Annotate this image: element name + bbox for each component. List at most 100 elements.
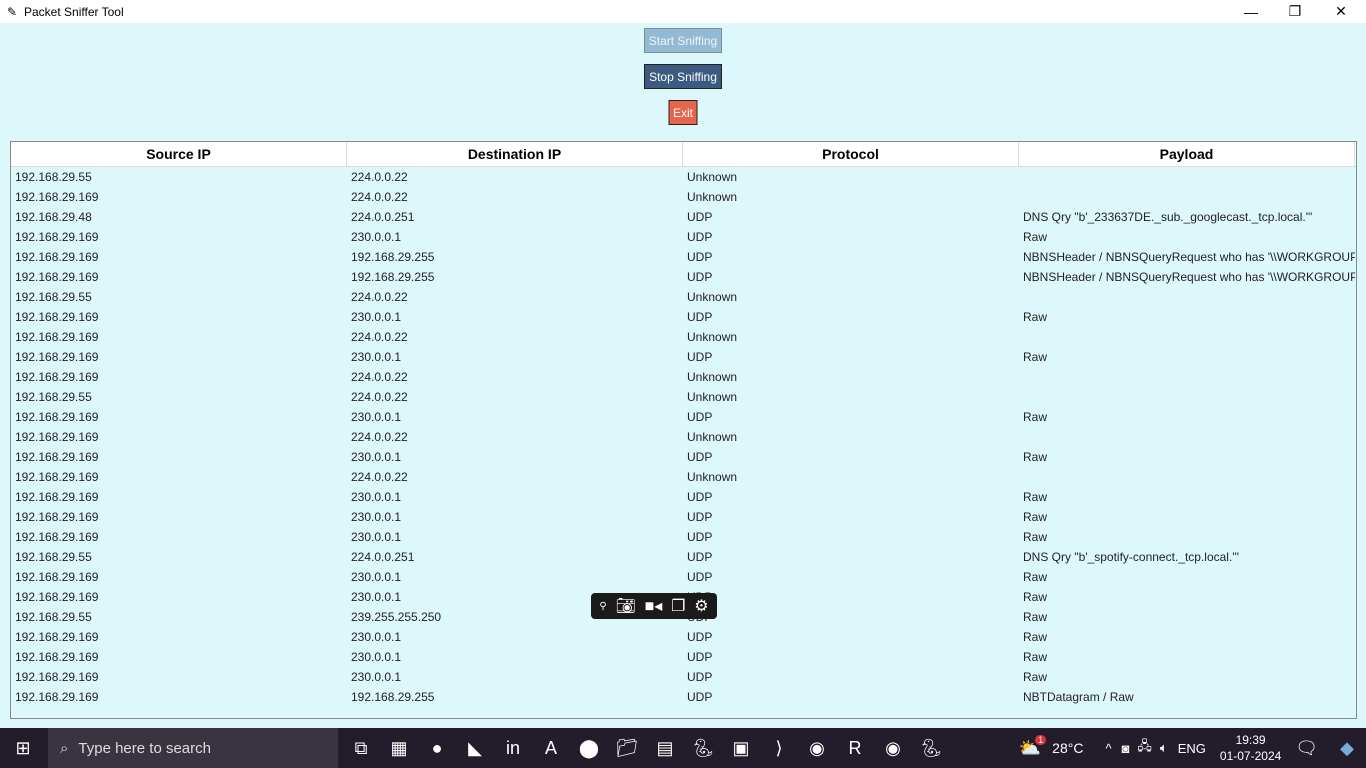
task-view-icon[interactable]: ⧉ <box>342 728 380 768</box>
taskbar: ⊞ ⌕ Type here to search ⧉ ▦ ● ◣ in A ⬤ 📁︎ ▤ 🐍︎ ▣ ⟩ ◉… <box>0 728 1366 768</box>
taskbar-apps: ⧉ ▦ ● ◣ in A ⬤ 📁︎ ▤ 🐍︎ ▣ ⟩ ◉ R ◉ 🐍︎ <box>342 728 950 768</box>
app3-icon[interactable]: ▣ <box>722 728 760 768</box>
gear-icon[interactable]: ⚙ <box>694 596 708 616</box>
cell-source-ip: 192.168.29.169 <box>15 270 99 284</box>
app4-icon[interactable]: R <box>836 728 874 768</box>
table-row[interactable]: 192.168.29.55 224.0.0.22 Unknown <box>11 387 1356 407</box>
cell-payload: NBTDatagram / Raw <box>1023 690 1134 704</box>
cell-destination-ip: 230.0.0.1 <box>351 630 402 644</box>
exit-button[interactable]: Exit <box>668 100 698 125</box>
windows-icon[interactable]: ❐ <box>671 596 685 616</box>
table-row[interactable]: 192.168.29.48 224.0.0.251 UDP DNS Qry "b'_2… <box>11 207 1356 227</box>
app-icon[interactable]: A <box>532 728 570 768</box>
copilot-icon[interactable]: ◆ <box>1340 738 1354 759</box>
cell-destination-ip: 192.168.29.255 <box>351 270 435 284</box>
cell-protocol: UDP <box>687 210 713 224</box>
language[interactable]: ENG <box>1178 741 1206 756</box>
python-idle-icon[interactable]: 🐍︎ <box>912 728 950 768</box>
table-row[interactable]: 192.168.29.169 224.0.0.22 Unknown <box>11 187 1356 207</box>
minimize-button[interactable]: — <box>1228 0 1274 23</box>
cell-destination-ip: 230.0.0.1 <box>351 310 402 324</box>
cell-destination-ip: 224.0.0.22 <box>351 190 408 204</box>
start-sniffing-button[interactable]: Start Sniffing <box>644 28 722 53</box>
cell-destination-ip: 224.0.0.22 <box>351 390 408 404</box>
table-row[interactable]: 192.168.29.169 230.0.0.1 UDP Raw <box>11 487 1356 507</box>
cell-source-ip: 192.168.29.169 <box>15 350 99 364</box>
close-button[interactable]: ✕ <box>1318 0 1364 23</box>
table-row[interactable]: 192.168.29.169 192.168.29.255 UDP NBNSHeade… <box>11 247 1356 267</box>
header-source-ip[interactable]: Source IP <box>11 142 347 166</box>
table-row[interactable]: 192.168.29.55 224.0.0.251 UDP DNS Qry "b'_s… <box>11 547 1356 567</box>
record-icon[interactable]: ⬤ <box>570 728 608 768</box>
camera-icon[interactable]: 📷︎ <box>616 596 636 616</box>
vscode-icon[interactable]: ⟩ <box>760 728 798 768</box>
spotify-icon[interactable]: ● <box>418 728 456 768</box>
table-row[interactable]: 192.168.29.169 224.0.0.22 Unknown <box>11 367 1356 387</box>
network-icon[interactable]: 🖧 <box>1137 737 1152 759</box>
cell-protocol: UDP <box>687 550 713 564</box>
packet-table[interactable]: Source IP Destination IP Protocol Payloa… <box>10 141 1357 719</box>
table-row[interactable]: 192.168.29.169 230.0.0.1 UDP Raw <box>11 627 1356 647</box>
clock[interactable]: 19:39 01-07-2024 <box>1220 732 1281 764</box>
header-payload[interactable]: Payload <box>1019 142 1355 166</box>
cell-payload: Raw <box>1023 610 1048 624</box>
cell-destination-ip: 230.0.0.1 <box>351 670 402 684</box>
table-row[interactable]: 192.168.29.55 224.0.0.22 Unknown <box>11 167 1356 187</box>
volume-icon[interactable]: 🔈︎ <box>1160 740 1168 756</box>
pin-icon[interactable]: ⚲ <box>599 601 606 612</box>
windows-start-icon[interactable]: ⊞ <box>4 728 42 768</box>
table-row[interactable]: 192.168.29.169 230.0.0.1 UDP Raw <box>11 347 1356 367</box>
cell-protocol: Unknown <box>687 190 738 204</box>
table-row[interactable]: 192.168.29.169 230.0.0.1 UDP Raw <box>11 647 1356 667</box>
cell-protocol: UDP <box>687 350 713 364</box>
cell-source-ip: 192.168.29.169 <box>15 410 99 424</box>
table-row[interactable]: 192.168.29.169 192.168.29.255 UDP NBTDatagr… <box>11 687 1356 707</box>
search-icon: ⌕ <box>60 739 69 757</box>
linkedin-icon[interactable]: in <box>494 728 532 768</box>
table-row[interactable]: 192.168.29.169 230.0.0.1 UDP Raw <box>11 307 1356 327</box>
table-row[interactable]: 192.168.29.169 230.0.0.1 UDP Raw <box>11 567 1356 587</box>
cell-payload: Raw <box>1023 530 1048 544</box>
window-title: Packet Sniffer Tool <box>24 4 124 19</box>
meet-icon[interactable]: ◙ <box>1122 741 1130 756</box>
maximize-button[interactable]: ❐ <box>1272 0 1318 23</box>
table-header: Source IP Destination IP Protocol Payloa… <box>11 142 1356 167</box>
table-row[interactable]: 192.168.29.169 224.0.0.22 Unknown <box>11 467 1356 487</box>
table-row[interactable]: 192.168.29.169 230.0.0.1 UDP Raw <box>11 667 1356 687</box>
header-destination-ip[interactable]: Destination IP <box>347 142 683 166</box>
cell-protocol: UDP <box>687 230 713 244</box>
cell-protocol: Unknown <box>687 390 738 404</box>
time: 19:39 <box>1235 733 1266 747</box>
chrome2-icon[interactable]: ◉ <box>874 728 912 768</box>
table-row[interactable]: 192.168.29.169 230.0.0.1 UDP Raw <box>11 407 1356 427</box>
python-icon[interactable]: 🐍︎ <box>684 728 722 768</box>
chevron-up-icon[interactable]: ^ <box>1105 741 1111 756</box>
table-row[interactable]: 192.168.29.169 230.0.0.1 UDP Raw <box>11 527 1356 547</box>
app2-icon[interactable]: ▤ <box>646 728 684 768</box>
cell-source-ip: 192.168.29.169 <box>15 190 99 204</box>
notifications-icon[interactable]: 🗨︎ <box>1295 738 1318 759</box>
table-row[interactable]: 192.168.29.169 230.0.0.1 UDP Raw <box>11 227 1356 247</box>
capture-toolbar: ⚲ 📷︎ ■◂ ❐ ⚙ <box>591 593 717 619</box>
date: 01-07-2024 <box>1219 749 1282 763</box>
table-row[interactable]: 192.168.29.169 230.0.0.1 UDP Raw <box>11 507 1356 527</box>
cell-destination-ip: 230.0.0.1 <box>351 490 402 504</box>
table-row[interactable]: 192.168.29.169 192.168.29.255 UDP NBNSHeade… <box>11 267 1356 287</box>
table-row[interactable]: 192.168.29.169 224.0.0.22 Unknown <box>11 327 1356 347</box>
table-row[interactable]: 192.168.29.169 224.0.0.22 Unknown <box>11 427 1356 447</box>
file-explorer-icon[interactable]: 📁︎ <box>608 728 646 768</box>
table-row[interactable]: 192.168.29.169 230.0.0.1 UDP Raw <box>11 447 1356 467</box>
chrome-icon[interactable]: ◉ <box>798 728 836 768</box>
cell-source-ip: 192.168.29.169 <box>15 470 99 484</box>
table-row[interactable]: 192.168.29.55 224.0.0.22 Unknown <box>11 287 1356 307</box>
store-icon[interactable]: ▦ <box>380 728 418 768</box>
video-icon[interactable]: ■◂ <box>645 596 663 616</box>
taskbar-search[interactable]: ⌕ Type here to search <box>48 728 338 768</box>
valorant-icon[interactable]: ◣ <box>456 728 494 768</box>
header-protocol[interactable]: Protocol <box>683 142 1019 166</box>
weather-temp[interactable]: 28°C <box>1052 740 1083 756</box>
cell-payload: DNS Qry "b'_233637DE._sub._googlecast._t… <box>1023 210 1313 224</box>
cell-payload: Raw <box>1023 650 1048 664</box>
cell-destination-ip: 230.0.0.1 <box>351 650 402 664</box>
stop-sniffing-button[interactable]: Stop Sniffing <box>644 64 722 89</box>
